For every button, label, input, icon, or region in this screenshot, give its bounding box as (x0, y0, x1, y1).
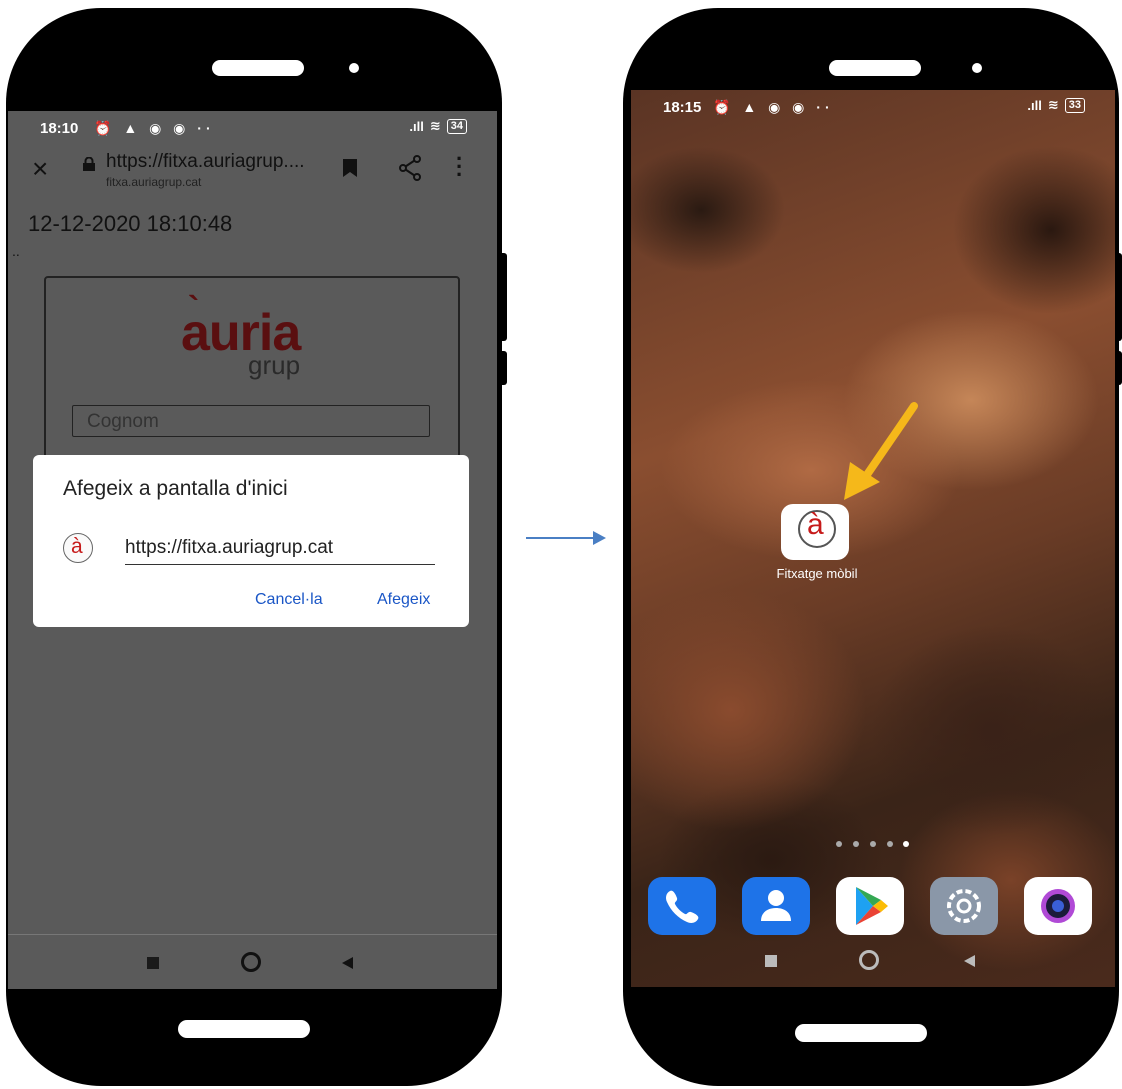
right-phone-screen: 18:15 ⏰ ▲ ◉ ◉ ·· .ıll ≋ 33 à Fitxatge mò… (631, 90, 1115, 987)
recents-button[interactable] (765, 955, 777, 967)
settings-app-icon[interactable] (930, 877, 998, 935)
url-text[interactable]: https://fitxa.auriagrup.... (106, 151, 305, 173)
speaker-grille (829, 60, 921, 76)
page-datetime: 12-12-2020 18:10:48 (28, 211, 233, 236)
more-vert-icon[interactable]: · · · (456, 148, 463, 186)
page-dot[interactable] (853, 841, 859, 847)
back-button[interactable] (342, 957, 353, 969)
flow-arrow-line (526, 537, 596, 539)
dialog-title: Afegeix a pantalla d'inici (63, 477, 288, 500)
close-icon[interactable]: × (32, 153, 48, 185)
app-favicon-icon: à (63, 533, 93, 563)
android-nav-bar (8, 934, 497, 989)
fitxatge-app-icon[interactable]: à (781, 504, 849, 560)
url-domain: fitxa.auriagrup.cat (106, 175, 202, 189)
app-icon-glyph: à (807, 508, 824, 541)
battery-icon: 34 (446, 118, 467, 134)
battery-icon: 33 (1064, 97, 1085, 113)
volume-button (1114, 253, 1122, 341)
power-button (499, 351, 507, 385)
dialog-url-field[interactable]: https://fitxa.auriagrup.cat (125, 537, 333, 559)
home-button[interactable] (241, 952, 261, 972)
status-notification-icons: ⏰ ▲ ◉ ◉ ·· (94, 120, 215, 136)
page-dot-active[interactable] (903, 841, 909, 847)
status-bar: 18:10 ⏰ ▲ ◉ ◉ ·· .ıll ≋ 34 (8, 111, 497, 143)
signal-icon: .ıll (1027, 97, 1042, 113)
add-to-home-dialog: Afegeix a pantalla d'inici à https://fit… (33, 455, 469, 627)
page-dot[interactable] (870, 841, 876, 847)
page-dot[interactable] (836, 841, 842, 847)
dialog-url-underline (125, 564, 435, 565)
status-time: 18:10 (40, 120, 79, 137)
home-indicator (795, 1024, 927, 1042)
recents-button[interactable] (147, 957, 159, 969)
page-dot[interactable] (887, 841, 893, 847)
android-nav-bar (631, 937, 1115, 987)
wifi-icon: ≋ (1047, 97, 1059, 112)
back-button[interactable] (964, 955, 975, 967)
status-right: .ıll ≋ 33 (1027, 97, 1085, 113)
contacts-app-icon[interactable] (742, 877, 810, 935)
fitxatge-app-label[interactable]: Fitxatge mòbil (773, 566, 861, 581)
wallpaper (631, 90, 1115, 987)
front-camera (972, 63, 982, 73)
home-button[interactable] (859, 950, 879, 970)
left-phone-screen: 18:10 ⏰ ▲ ◉ ◉ ·· .ıll ≋ 34 × https://fit… (8, 111, 497, 989)
volume-button (499, 253, 507, 341)
power-button (1114, 351, 1122, 385)
status-time: 18:15 (663, 99, 702, 116)
status-notification-icons: ⏰ ▲ ◉ ◉ ·· (713, 99, 834, 115)
front-camera (349, 63, 359, 73)
speaker-grille (212, 60, 304, 76)
cognom-input[interactable]: Cognom (72, 405, 430, 437)
cancel-button[interactable]: Cancel·la (255, 591, 323, 609)
bookmark-icon[interactable] (343, 159, 357, 177)
add-button[interactable]: Afegeix (377, 591, 430, 609)
share-icon[interactable] (398, 155, 422, 181)
status-right: .ıll ≋ 34 (409, 118, 467, 134)
browser-url-bar: × https://fitxa.auriagrup.... fitxa.auri… (8, 143, 497, 193)
auria-logo-sub: grup (248, 350, 301, 380)
page-dots: .. (12, 243, 20, 259)
home-indicator (178, 1020, 310, 1038)
flow-arrow-head (593, 531, 606, 545)
camera-app-icon[interactable] (1024, 877, 1092, 935)
favicon-glyph: à (71, 535, 83, 558)
wifi-icon: ≋ (429, 118, 441, 133)
play-store-app-icon[interactable] (836, 877, 904, 935)
phone-app-icon[interactable] (648, 877, 716, 935)
signal-icon: .ıll (409, 118, 424, 134)
status-bar: 18:15 ⏰ ▲ ◉ ◉ ·· .ıll ≋ 33 (631, 90, 1115, 122)
highlight-arrow-icon (844, 402, 918, 500)
login-card: ` auria grup Cognom (44, 276, 460, 470)
lock-icon (83, 157, 95, 171)
